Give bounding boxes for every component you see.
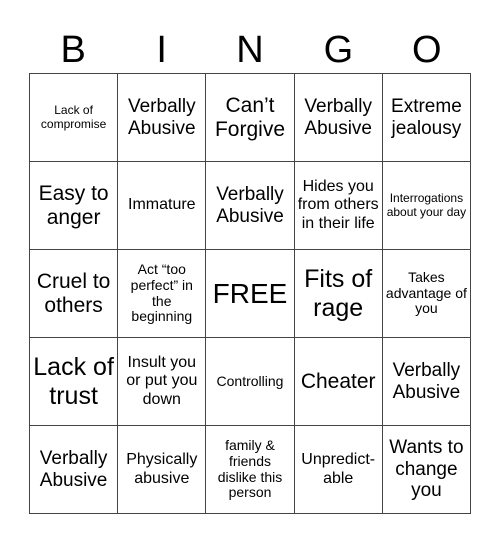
bingo-cell[interactable]: Extreme jealousy bbox=[382, 74, 471, 162]
header-letter-n: N bbox=[236, 29, 264, 71]
header-letter-i: I bbox=[156, 29, 167, 71]
bingo-header: B I N G O bbox=[29, 27, 471, 73]
bingo-cell[interactable]: Cruel to others bbox=[30, 250, 119, 338]
bingo-cell[interactable]: Fits of rage bbox=[294, 250, 383, 338]
header-letter-b: B bbox=[60, 29, 86, 71]
bingo-grid: Lack of compromise Verbally Abusive Can’… bbox=[29, 73, 471, 514]
bingo-cell[interactable]: Takes advantage of you bbox=[382, 250, 471, 338]
bingo-cell[interactable]: Controlling bbox=[206, 338, 295, 426]
bingo-cell[interactable]: Wants to change you bbox=[382, 426, 471, 514]
bingo-cell[interactable]: Act “too perfect” in the beginning bbox=[118, 250, 207, 338]
bingo-cell[interactable]: Verbally Abusive bbox=[206, 162, 295, 250]
bingo-cell[interactable]: Physically abusive bbox=[118, 426, 207, 514]
bingo-cell[interactable]: Unpredict-able bbox=[294, 426, 383, 514]
free-space-cell[interactable]: FREE bbox=[206, 250, 295, 338]
header-letter-o: O bbox=[412, 29, 442, 71]
bingo-cell[interactable]: Lack of compromise bbox=[30, 74, 119, 162]
bingo-cell[interactable]: Verbally Abusive bbox=[382, 338, 471, 426]
bingo-cell[interactable]: Cheater bbox=[294, 338, 383, 426]
bingo-cell[interactable]: Can’t Forgive bbox=[206, 74, 295, 162]
header-letter-g: G bbox=[323, 29, 354, 71]
bingo-cell[interactable]: Insult you or put you down bbox=[118, 338, 207, 426]
bingo-cell[interactable]: Hides you from others in their life bbox=[294, 162, 383, 250]
bingo-cell[interactable]: family & friends dislike this person bbox=[206, 426, 295, 514]
bingo-cell[interactable]: Verbally Abusive bbox=[294, 74, 383, 162]
bingo-cell[interactable]: Verbally Abusive bbox=[30, 426, 119, 514]
bingo-cell[interactable]: Immature bbox=[118, 162, 207, 250]
bingo-cell[interactable]: Lack of trust bbox=[30, 338, 119, 426]
bingo-cell[interactable]: Interrogations about your day bbox=[382, 162, 471, 250]
bingo-cell[interactable]: Easy to anger bbox=[30, 162, 119, 250]
bingo-cell[interactable]: Verbally Abusive bbox=[118, 74, 207, 162]
